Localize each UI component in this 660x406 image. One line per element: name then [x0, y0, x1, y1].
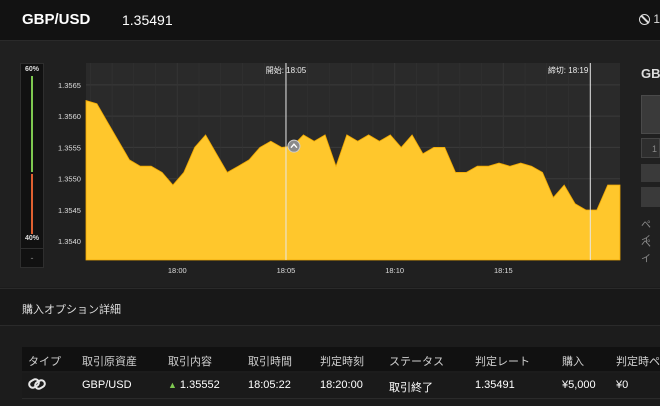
top-right-info[interactable]: 1	[639, 12, 660, 26]
x-tick-label: 18:15	[494, 266, 513, 275]
y-tick-label: 1.3555	[58, 143, 81, 152]
current-price: 1.35491	[122, 12, 173, 28]
top-bar: GBP/USD 1.35491 1	[0, 0, 660, 41]
gauge-bottom-label: 40%	[24, 235, 39, 242]
currency-pair[interactable]: GBP/USD	[22, 11, 90, 28]
y-tick-label: 1.3550	[58, 175, 81, 184]
payout-label-2: ペイ	[641, 239, 651, 265]
link-icon	[28, 376, 46, 395]
y-tick-label: 1.3560	[58, 112, 81, 121]
x-tick-label: 18:05	[277, 266, 296, 275]
sentiment-gauge: 60% 40% -	[20, 63, 44, 268]
y-tick-label: 1.3540	[58, 237, 81, 246]
col-asset: 取引原資産	[82, 356, 137, 368]
row-status: 取引終了	[389, 382, 433, 394]
details-header[interactable]: 購入オプション詳細	[0, 288, 660, 326]
y-tick-label: 1.3545	[58, 206, 81, 215]
start-marker-label: 開始: 18:05	[266, 65, 307, 75]
col-judge-time: 判定時刻	[320, 356, 364, 368]
amount-input[interactable]	[641, 95, 660, 134]
row-purchase: ¥5,000	[562, 379, 596, 391]
low-button[interactable]	[641, 187, 660, 207]
col-trade-time: 取引時間	[248, 356, 292, 368]
trading-area: 60% 40% - 1.3565 1.3560 1.3555 1.3550 1.3545…	[0, 41, 660, 287]
col-judge-rate: 判定レート	[475, 356, 530, 368]
col-content: 取引内容	[168, 356, 212, 368]
up-arrow-icon: ▲	[168, 380, 177, 390]
row-trade-time: 18:05:22	[248, 379, 291, 391]
table-row[interactable]: GBP/USD ▲ 1.35552 18:05:22 18:20:00 取引終了 …	[22, 373, 660, 399]
gauge-high-bar	[31, 76, 33, 172]
gauge-top-label: 60%	[24, 66, 39, 73]
col-purchase: 購入	[562, 356, 584, 368]
row-asset: GBP/USD	[82, 379, 132, 391]
entry-point-marker	[287, 139, 301, 153]
row-content: ▲ 1.35552	[168, 379, 220, 391]
col-type: タイプ	[28, 356, 61, 368]
price-chart[interactable]: 1.3565 1.3560 1.3555 1.3550 1.3545 1.3540 18:0…	[50, 63, 622, 293]
details-table-header: タイプ 取引原資産 取引内容 取引時間 判定時刻 ステータス 判定レート 購入 …	[22, 347, 660, 371]
amount-field[interactable]: 1	[641, 138, 660, 158]
row-judge-time: 18:20:00	[320, 379, 363, 391]
top-right-text: 1	[653, 12, 660, 26]
col-status: ステータス	[389, 356, 444, 368]
x-tick-label: 18:00	[168, 266, 187, 275]
col-payout: 判定時ペイ	[616, 356, 660, 368]
y-tick-label: 1.3565	[58, 81, 81, 90]
side-panel-title: GB	[641, 66, 660, 81]
row-payout: ¥0	[616, 379, 629, 391]
high-button[interactable]	[641, 164, 660, 182]
gauge-low-bar	[31, 174, 33, 234]
row-judge-rate: 1.35491	[475, 379, 515, 391]
row-entry-rate: 1.35552	[179, 379, 220, 391]
details-title: 購入オプション詳細	[22, 304, 121, 316]
gauge-toggle-button[interactable]: -	[21, 248, 43, 267]
x-tick-label: 18:10	[385, 266, 404, 275]
ban-icon	[639, 13, 651, 25]
end-marker-label: 締切: 18:19	[548, 65, 589, 75]
